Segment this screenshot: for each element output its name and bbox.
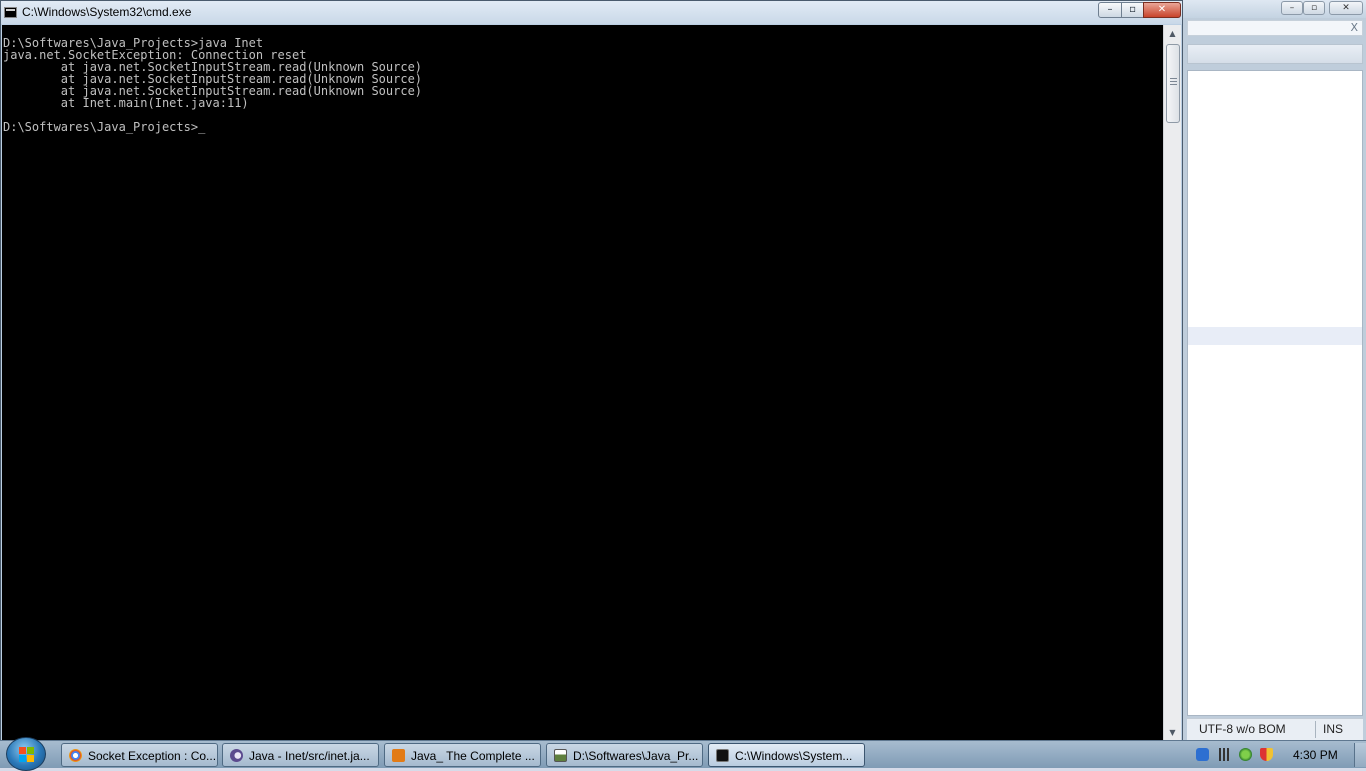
background-tab-strip: X [1187,20,1363,36]
status-encoding: UTF-8 w/o BOM [1199,722,1286,736]
scroll-down-icon[interactable]: ▼ [1164,724,1181,741]
close-button[interactable]: ✕ [1143,2,1181,18]
system-tray: 4:30 PM [1190,743,1366,767]
background-window[interactable]: – ▫ ✕ X UTF-8 w/o BOM INS [1180,0,1366,740]
taskbar-item-eclipse[interactable]: Java - Inet/src/inet.ja... [222,743,379,767]
show-desktop-button[interactable] [1354,743,1366,767]
cmd-window-title: C:\Windows\System32\cmd.exe [22,5,192,19]
background-toolbar [1187,44,1363,64]
sync-icon[interactable] [1239,748,1252,761]
start-button[interactable] [6,737,46,771]
background-close-button[interactable]: ✕ [1329,1,1363,15]
cmd-icon [716,749,729,762]
taskbar-item-label: Java_ The Complete ... [411,749,535,763]
notepad-icon [554,749,567,762]
current-line-highlight [1188,327,1362,345]
console-text: D:\Softwares\Java_Projects>java Inet jav… [2,25,1163,133]
taskbar-item-chrome[interactable]: Socket Exception : Co... [61,743,218,767]
background-maximize-button[interactable]: ▫ [1303,1,1325,15]
console-cursor: _ [198,120,206,134]
bluetooth-icon[interactable] [1196,748,1209,761]
minimize-button[interactable]: – [1098,2,1122,18]
status-insert-mode: INS [1323,722,1344,736]
scroll-up-icon[interactable]: ▲ [1164,25,1181,42]
network-signal-icon[interactable] [1217,748,1230,761]
security-shield-icon[interactable] [1260,748,1273,761]
taskbar-item-label: Java - Inet/src/inet.ja... [249,749,370,763]
background-minimize-button[interactable]: – [1281,1,1303,15]
taskbar-item-label: Socket Exception : Co... [88,749,217,763]
scrollbar-thumb[interactable] [1166,44,1180,123]
taskbar-item-label: C:\Windows\System... [735,749,853,763]
scrollbar-grip-icon [1170,78,1177,85]
background-editor-area[interactable] [1187,70,1363,716]
background-panel-close-icon[interactable]: X [1350,21,1358,35]
cmd-icon[interactable] [4,7,17,18]
console-line: at Inet.main(Inet.java:11) [3,96,249,110]
clock[interactable]: 4:30 PM [1293,748,1338,762]
maximize-button[interactable]: ▫ [1121,2,1144,18]
taskbar: Socket Exception : Co... Java - Inet/src… [0,737,1366,771]
background-statusbar: UTF-8 w/o BOM INS [1187,718,1363,740]
windows-logo-icon [19,747,35,762]
status-divider [1315,721,1316,738]
cmd-window[interactable]: C:\Windows\System32\cmd.exe – ▫ ✕ D:\Sof… [0,0,1183,741]
taskbar-item-pdf-reader[interactable]: Java_ The Complete ... [384,743,541,767]
console-output[interactable]: D:\Softwares\Java_Projects>java Inet jav… [2,25,1163,741]
taskbar-item-cmd[interactable]: C:\Windows\System... [708,743,865,767]
background-window-titlebar[interactable]: – ▫ ✕ [1181,0,1366,18]
taskbar-item-label: D:\Softwares\Java_Pr... [573,749,699,763]
cmd-titlebar[interactable]: C:\Windows\System32\cmd.exe – ▫ ✕ [1,1,1182,24]
eclipse-icon [230,749,243,762]
console-prompt: D:\Softwares\Java_Projects> [3,120,199,134]
taskbar-item-notepad[interactable]: D:\Softwares\Java_Pr... [546,743,703,767]
pdf-reader-icon [392,749,405,762]
vertical-scrollbar[interactable]: ▲ ▼ [1163,25,1181,741]
chrome-icon [69,749,82,762]
